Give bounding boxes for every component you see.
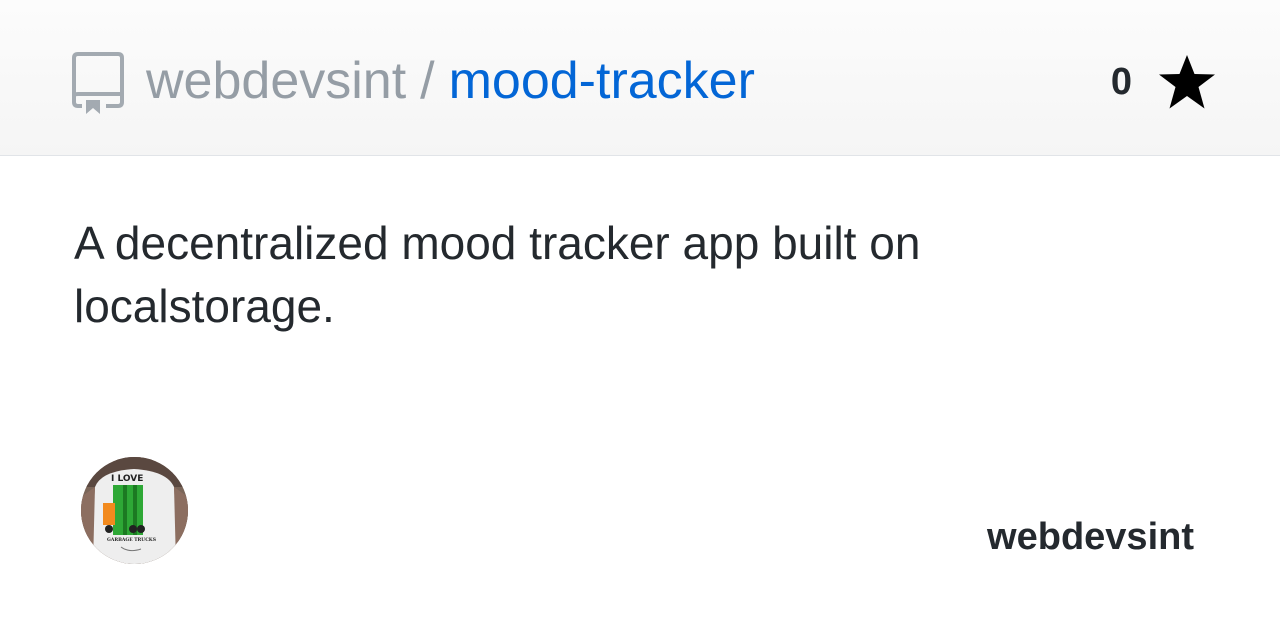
avatar-shirt-text-bottom: GARBAGE TRUCKS bbox=[107, 537, 156, 543]
repo-description: A decentralized mood tracker app built o… bbox=[74, 217, 921, 332]
path-separator: / bbox=[420, 52, 435, 110]
repo-name-link[interactable]: mood-tracker bbox=[449, 52, 755, 110]
social-preview-card: webdevsint / mood-tracker 0 A decentralize… bbox=[0, 0, 1280, 640]
star-count: 0 bbox=[1110, 60, 1132, 103]
star-icon bbox=[1159, 55, 1215, 109]
repo-book-icon bbox=[72, 52, 124, 114]
repo-owner-link[interactable]: webdevsint bbox=[146, 52, 406, 110]
repo-header: webdevsint / mood-tracker 0 bbox=[0, 0, 1280, 156]
repo-path: webdevsint / mood-tracker bbox=[146, 50, 755, 112]
star-counter[interactable]: 0 bbox=[1111, 52, 1216, 112]
username[interactable]: webdevsint bbox=[987, 516, 1194, 559]
avatar-shirt-text-top: I LOVE bbox=[111, 474, 143, 484]
avatar-photo: I LOVE GARBAGE TRUCKS bbox=[81, 457, 188, 564]
user-avatar[interactable]: I LOVE GARBAGE TRUCKS bbox=[81, 457, 188, 564]
